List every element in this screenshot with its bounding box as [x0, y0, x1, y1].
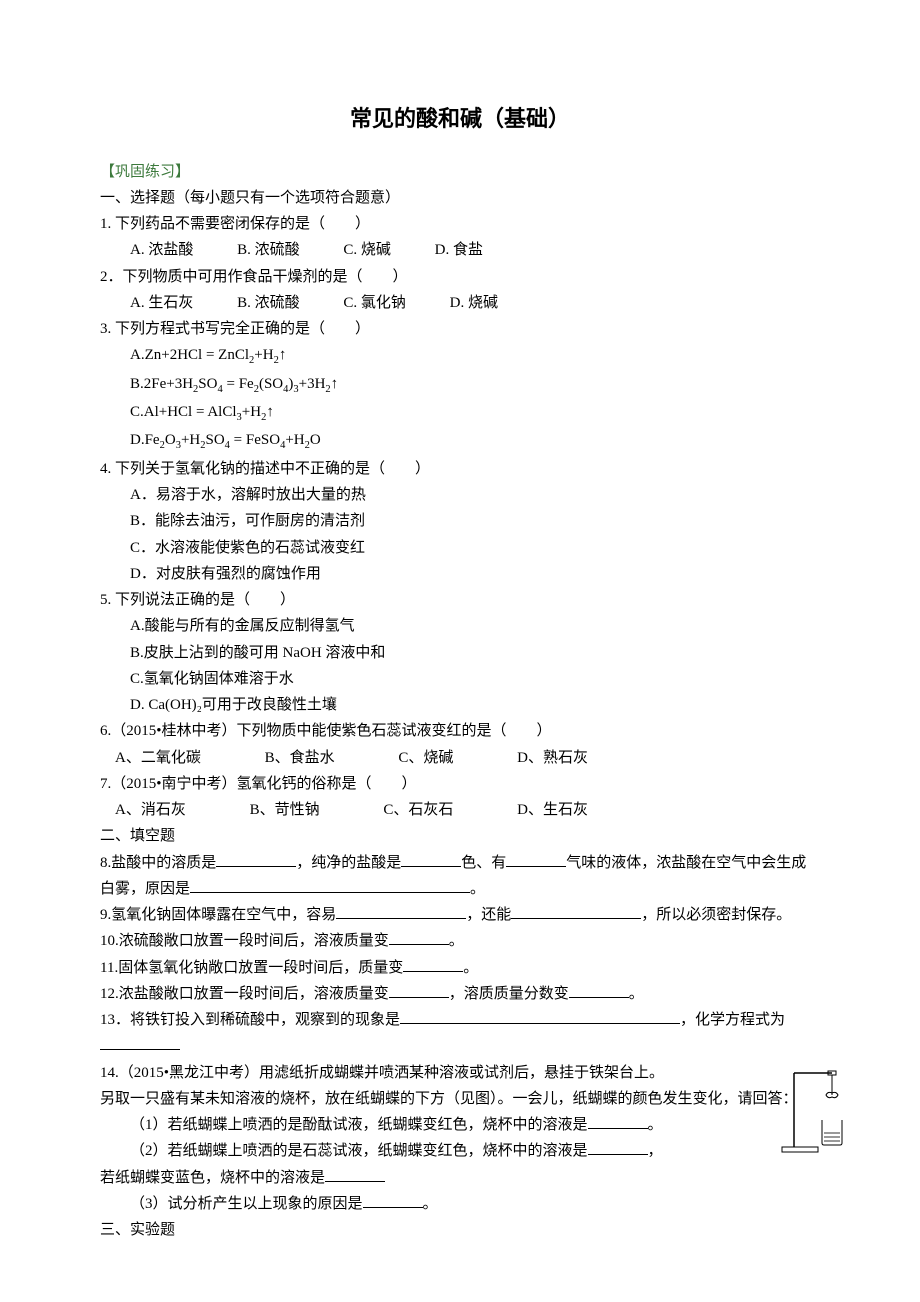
section-1-heading: 一、选择题（每小题只有一个选项符合题意）	[100, 185, 820, 211]
q6-stem: 6.（2015•桂林中考）下列物质中能使紫色石蕊试液变红的是（ ）	[100, 718, 820, 744]
q7-options: A、消石灰 B、苛性钠 C、石灰石 D、生石灰	[100, 797, 820, 823]
q6-a: A、二氧化碳	[115, 745, 201, 771]
q14-sub2-line2: 若纸蝴蝶变蓝色，烧杯中的溶液是	[100, 1165, 820, 1191]
q9: 9.氢氧化钠固体曝露在空气中，容易，还能，所以必须密封保存。	[100, 902, 820, 928]
q3-d: D.Fe2O3+H2SO4 = FeSO4+H2O	[100, 427, 820, 455]
q7-d: D、生石灰	[517, 797, 588, 823]
q2-a: A. 生石灰	[130, 290, 193, 316]
section-3-heading: 三、实验题	[100, 1217, 820, 1243]
q2-c: C. 氯化钠	[343, 290, 406, 316]
q4-a: A．易溶于水，溶解时放出大量的热	[100, 482, 820, 508]
q14-intro1: 14.（2015•黑龙江中考）用滤纸折成蝴蝶并喷洒某种溶液或试剂后，悬挂于铁架台…	[100, 1060, 820, 1086]
q11: 11.固体氢氧化钠敞口放置一段时间后，质量变。	[100, 955, 820, 981]
blank	[325, 1166, 385, 1182]
q5-stem: 5. 下列说法正确的是（ ）	[100, 587, 820, 613]
q4-d: D．对皮肤有强烈的腐蚀作用	[100, 561, 820, 587]
q7-stem: 7.（2015•南宁中考）氢氧化钙的俗称是（ ）	[100, 771, 820, 797]
q7-a: A、消石灰	[115, 797, 186, 823]
q6-b: B、食盐水	[265, 745, 335, 771]
q12: 12.浓盐酸敞口放置一段时间后，溶液质量变，溶质质量分数变。	[100, 981, 820, 1007]
blank	[389, 982, 449, 998]
blank	[506, 851, 566, 867]
q2-d: D. 烧碱	[450, 290, 498, 316]
blank	[389, 929, 449, 945]
q1-c: C. 烧碱	[343, 237, 391, 263]
q14-sub2-line1: （2）若纸蝴蝶上喷洒的是石蕊试液，纸蝴蝶变红色，烧杯中的溶液是，	[100, 1138, 820, 1164]
q4-stem: 4. 下列关于氢氧化钠的描述中不正确的是（ ）	[100, 456, 820, 482]
q6-d: D、熟石灰	[517, 745, 588, 771]
q1-d: D. 食盐	[435, 237, 483, 263]
q6-options: A、二氧化碳 B、食盐水 C、烧碱 D、熟石灰	[100, 745, 820, 771]
q4-c: C．水溶液能使紫色的石蕊试液变红	[100, 535, 820, 561]
q3-c: C.Al+HCl = AlCl3+H2↑	[100, 399, 820, 427]
q10: 10.浓硫酸敞口放置一段时间后，溶液质量变。	[100, 928, 820, 954]
q2-options: A. 生石灰 B. 浓硫酸 C. 氯化钠 D. 烧碱	[100, 290, 820, 316]
blank	[569, 982, 629, 998]
q14-sub3: （3）试分析产生以上现象的原因是。	[100, 1191, 820, 1217]
blank	[100, 1034, 180, 1050]
q5-a: A.酸能与所有的金属反应制得氢气	[100, 613, 820, 639]
blank	[403, 956, 463, 972]
q1-a: A. 浓盐酸	[130, 237, 193, 263]
q5-d: D. Ca(OH)₂可用于改良酸性土壤	[100, 692, 820, 718]
q3-b: B.2Fe+3H2SO4 = Fe2(SO4)3+3H2↑	[100, 371, 820, 399]
section-2-heading: 二、填空题	[100, 823, 820, 849]
q1-stem: 1. 下列药品不需要密闭保存的是（ ）	[100, 211, 820, 237]
blank	[588, 1113, 648, 1129]
blank	[190, 877, 470, 893]
page-title: 常见的酸和碱（基础）	[100, 100, 820, 139]
q14-sub1: （1）若纸蝴蝶上喷洒的是酚酞试液，纸蝴蝶变红色，烧杯中的溶液是。	[100, 1112, 820, 1138]
q5-b: B.皮肤上沾到的酸可用 NaOH 溶液中和	[100, 640, 820, 666]
q14-intro2: 另取一只盛有某未知溶液的烧杯，放在纸蝴蝶的下方（见图）。一会儿，纸蝴蝶的颜色发生…	[100, 1086, 820, 1112]
q5-c: C.氢氧化钠固体难溶于水	[100, 666, 820, 692]
experiment-apparatus-icon	[780, 1065, 850, 1155]
blank	[401, 851, 461, 867]
q3-stem: 3. 下列方程式书写完全正确的是（ ）	[100, 316, 820, 342]
blank	[511, 903, 641, 919]
q3-a: A.Zn+2HCl = ZnCl2+H2↑	[100, 342, 820, 370]
q8: 8.盐酸中的溶质是，纯净的盐酸是色、有气味的液体，浓盐酸在空气中会生成白雾，原因…	[100, 850, 820, 903]
q2-b: B. 浓硫酸	[237, 290, 300, 316]
q4-b: B．能除去油污，可作厨房的清洁剂	[100, 508, 820, 534]
blank	[363, 1192, 423, 1208]
q13: 13．将铁钉投入到稀硫酸中，观察到的现象是，化学方程式为	[100, 1007, 820, 1060]
q7-c: C、石灰石	[383, 797, 453, 823]
q14-block: 14.（2015•黑龙江中考）用滤纸折成蝴蝶并喷洒某种溶液或试剂后，悬挂于铁架台…	[100, 1060, 820, 1218]
blank	[336, 903, 466, 919]
q6-c: C、烧碱	[398, 745, 453, 771]
practice-label: 【巩固练习】	[100, 159, 820, 185]
q2-stem: 2．下列物质中可用作食品干燥剂的是（ ）	[100, 264, 820, 290]
blank	[400, 1008, 680, 1024]
q1-b: B. 浓硫酸	[237, 237, 300, 263]
blank	[588, 1139, 648, 1155]
blank	[216, 851, 296, 867]
q7-b: B、苛性钠	[250, 797, 320, 823]
q1-options: A. 浓盐酸 B. 浓硫酸 C. 烧碱 D. 食盐	[100, 237, 820, 263]
